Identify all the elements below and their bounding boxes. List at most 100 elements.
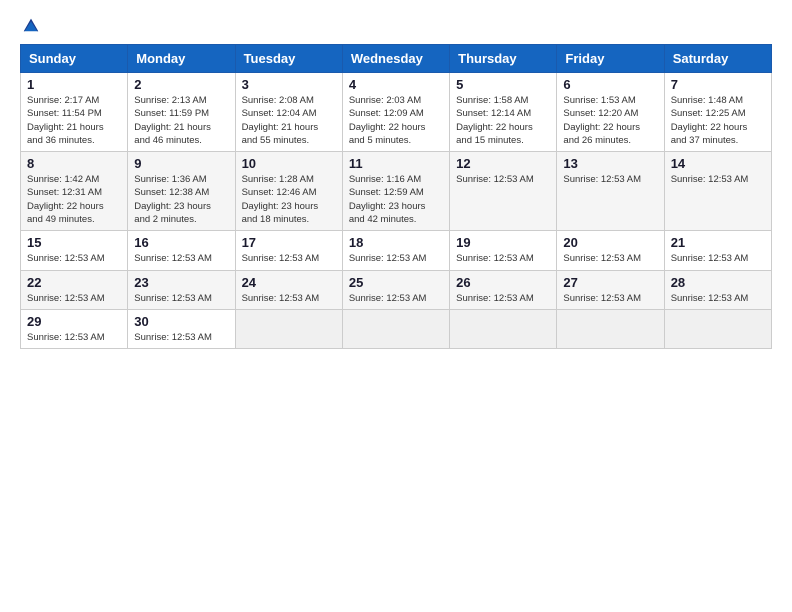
calendar-cell <box>342 309 449 348</box>
day-info: Sunrise: 12:53 AM <box>27 252 121 265</box>
calendar-cell: 11 Sunrise: 1:16 AM Sunset: 12:59 AM Dayl… <box>342 152 449 231</box>
day-info: Sunrise: 12:53 AM <box>563 173 657 186</box>
day-number: 20 <box>563 235 657 250</box>
day-number: 15 <box>27 235 121 250</box>
day-info: Sunrise: 12:53 AM <box>671 173 765 186</box>
weekday-header-thursday: Thursday <box>450 45 557 73</box>
calendar-cell: 27 Sunrise: 12:53 AM <box>557 270 664 309</box>
calendar-week-2: 8 Sunrise: 1:42 AM Sunset: 12:31 AM Dayli… <box>21 152 772 231</box>
day-info: Sunrise: 12:53 AM <box>27 331 121 344</box>
calendar-cell: 23 Sunrise: 12:53 AM <box>128 270 235 309</box>
calendar-cell: 13 Sunrise: 12:53 AM <box>557 152 664 231</box>
day-number: 18 <box>349 235 443 250</box>
day-number: 11 <box>349 156 443 171</box>
day-number: 16 <box>134 235 228 250</box>
calendar-week-5: 29Sunrise: 12:53 AM30Sunrise: 12:53 AM <box>21 309 772 348</box>
day-info: Sunrise: 12:53 AM <box>349 292 443 305</box>
day-info: Sunrise: 12:53 AM <box>242 292 336 305</box>
day-number: 9 <box>134 156 228 171</box>
calendar-cell: 15 Sunrise: 12:53 AM <box>21 231 128 270</box>
calendar-cell: 12Sunrise: 12:53 AM <box>450 152 557 231</box>
day-number: 24 <box>242 275 336 290</box>
day-info: Sunrise: 12:53 AM <box>27 292 121 305</box>
day-number: 8 <box>27 156 121 171</box>
day-number: 19 <box>456 235 550 250</box>
day-info: Sunrise: 1:28 AM Sunset: 12:46 AM Daylig… <box>242 173 336 226</box>
day-number: 7 <box>671 77 765 92</box>
calendar-cell: 18 Sunrise: 12:53 AM <box>342 231 449 270</box>
calendar-cell: 30Sunrise: 12:53 AM <box>128 309 235 348</box>
calendar-cell: 25 Sunrise: 12:53 AM <box>342 270 449 309</box>
calendar-cell: 4 Sunrise: 2:03 AM Sunset: 12:09 AM Dayli… <box>342 73 449 152</box>
calendar-cell <box>450 309 557 348</box>
weekday-header-tuesday: Tuesday <box>235 45 342 73</box>
day-number: 1 <box>27 77 121 92</box>
day-number: 23 <box>134 275 228 290</box>
calendar-cell: 24 Sunrise: 12:53 AM <box>235 270 342 309</box>
calendar-cell: 26 Sunrise: 12:53 AM <box>450 270 557 309</box>
calendar-cell: 9 Sunrise: 1:36 AM Sunset: 12:38 AM Dayli… <box>128 152 235 231</box>
day-number: 26 <box>456 275 550 290</box>
day-info: Sunrise: 12:53 AM <box>671 252 765 265</box>
day-number: 6 <box>563 77 657 92</box>
day-info: Sunrise: 12:53 AM <box>134 331 228 344</box>
day-info: Sunrise: 12:53 AM <box>456 173 550 186</box>
weekday-header-saturday: Saturday <box>664 45 771 73</box>
day-number: 10 <box>242 156 336 171</box>
day-info: Sunrise: 12:53 AM <box>134 252 228 265</box>
day-info: Sunrise: 12:53 AM <box>456 252 550 265</box>
day-info: Sunrise: 12:53 AM <box>349 252 443 265</box>
day-info: Sunrise: 2:13 AM Sunset: 11:59 PM Daylig… <box>134 94 228 147</box>
calendar-cell: 10 Sunrise: 1:28 AM Sunset: 12:46 AM Dayl… <box>235 152 342 231</box>
day-info: Sunrise: 1:53 AM Sunset: 12:20 AM Daylig… <box>563 94 657 147</box>
day-number: 3 <box>242 77 336 92</box>
day-info: Sunrise: 12:53 AM <box>134 292 228 305</box>
day-number: 17 <box>242 235 336 250</box>
day-number: 22 <box>27 275 121 290</box>
day-info: Sunrise: 1:48 AM Sunset: 12:25 AM Daylig… <box>671 94 765 147</box>
calendar-cell: 19 Sunrise: 12:53 AM <box>450 231 557 270</box>
header <box>20 18 772 34</box>
calendar-cell <box>235 309 342 348</box>
calendar-cell: 1 Sunrise: 2:17 AM Sunset: 11:54 PM Dayli… <box>21 73 128 152</box>
day-number: 29 <box>27 314 121 329</box>
day-number: 4 <box>349 77 443 92</box>
day-number: 14 <box>671 156 765 171</box>
day-info: Sunrise: 12:53 AM <box>671 292 765 305</box>
calendar-cell: 5Sunrise: 1:58 AM Sunset: 12:14 AM Dayli… <box>450 73 557 152</box>
calendar-cell: 14 Sunrise: 12:53 AM <box>664 152 771 231</box>
calendar-week-4: 22Sunrise: 12:53 AM23Sunrise: 12:53 AM24… <box>21 270 772 309</box>
day-info: Sunrise: 2:17 AM Sunset: 11:54 PM Daylig… <box>27 94 121 147</box>
day-info: Sunrise: 1:42 AM Sunset: 12:31 AM Daylig… <box>27 173 121 226</box>
calendar-cell: 6 Sunrise: 1:53 AM Sunset: 12:20 AM Dayli… <box>557 73 664 152</box>
calendar-cell: 20Sunrise: 12:53 AM <box>557 231 664 270</box>
calendar-cell: 7 Sunrise: 1:48 AM Sunset: 12:25 AM Dayli… <box>664 73 771 152</box>
calendar-week-1: 1 Sunrise: 2:17 AM Sunset: 11:54 PM Dayli… <box>21 73 772 152</box>
weekday-header-friday: Friday <box>557 45 664 73</box>
day-number: 21 <box>671 235 765 250</box>
day-info: Sunrise: 1:58 AM Sunset: 12:14 AM Daylig… <box>456 94 550 147</box>
calendar-cell <box>664 309 771 348</box>
day-number: 13 <box>563 156 657 171</box>
day-info: Sunrise: 1:36 AM Sunset: 12:38 AM Daylig… <box>134 173 228 226</box>
day-number: 28 <box>671 275 765 290</box>
calendar-cell: 28 Sunrise: 12:53 AM <box>664 270 771 309</box>
day-info: Sunrise: 12:53 AM <box>242 252 336 265</box>
day-number: 27 <box>563 275 657 290</box>
calendar-cell: 3 Sunrise: 2:08 AM Sunset: 12:04 AM Dayli… <box>235 73 342 152</box>
page: SundayMondayTuesdayWednesdayThursdayFrid… <box>0 0 792 612</box>
day-info: Sunrise: 12:53 AM <box>456 292 550 305</box>
day-number: 25 <box>349 275 443 290</box>
day-info: Sunrise: 2:08 AM Sunset: 12:04 AM Daylig… <box>242 94 336 147</box>
weekday-header-monday: Monday <box>128 45 235 73</box>
calendar-table: SundayMondayTuesdayWednesdayThursdayFrid… <box>20 44 772 349</box>
calendar-cell: 16 Sunrise: 12:53 AM <box>128 231 235 270</box>
day-info: Sunrise: 1:16 AM Sunset: 12:59 AM Daylig… <box>349 173 443 226</box>
day-info: Sunrise: 12:53 AM <box>563 292 657 305</box>
calendar-cell: 8 Sunrise: 1:42 AM Sunset: 12:31 AM Dayli… <box>21 152 128 231</box>
logo <box>20 18 40 34</box>
calendar-cell <box>557 309 664 348</box>
calendar-week-3: 15 Sunrise: 12:53 AM 16 Sunrise: 12:53 AM 17… <box>21 231 772 270</box>
calendar-cell: 29 Sunrise: 12:53 AM <box>21 309 128 348</box>
day-info: Sunrise: 2:03 AM Sunset: 12:09 AM Daylig… <box>349 94 443 147</box>
